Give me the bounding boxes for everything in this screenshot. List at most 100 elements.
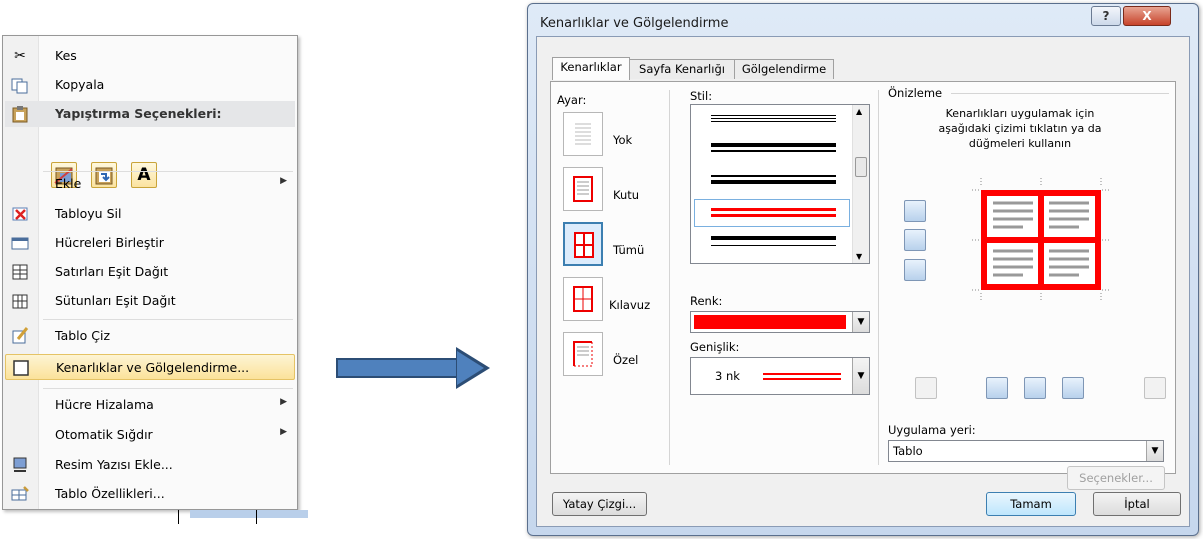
color-label: Renk: — [690, 294, 723, 308]
help-button[interactable]: ? — [1091, 6, 1121, 26]
style-option-triple-line — [711, 118, 836, 119]
diagonal-up-border-button[interactable] — [915, 377, 937, 399]
width-value: 3 nk — [715, 369, 740, 383]
transition-arrow-head-fill — [457, 351, 484, 385]
custom-setting-icon — [573, 341, 593, 367]
menu-item-label: Kenarlıklar ve Gölgelendirme... — [56, 360, 250, 375]
table-edge — [178, 510, 179, 524]
style-option-triple-line — [711, 121, 836, 122]
menu-item-cell-alignment[interactable]: Hücre Hizalama ▶ — [5, 392, 295, 418]
table-properties-icon — [11, 485, 29, 503]
menu-item-cut[interactable]: ✂ Kes — [5, 43, 295, 69]
cancel-button[interactable]: İptal — [1093, 492, 1181, 516]
color-dropdown[interactable]: ▼ — [690, 311, 870, 333]
style-option-double[interactable] — [711, 236, 836, 240]
menu-item-delete-table[interactable]: Tabloyu Sil — [5, 201, 295, 227]
menu-item-table-properties[interactable]: Tablo Özellikleri... — [5, 481, 295, 507]
setting-label: Ayar: — [557, 93, 587, 107]
clipboard-icon — [11, 105, 29, 123]
diagonal-down-border-button[interactable] — [1144, 377, 1166, 399]
scroll-down-icon[interactable]: ▼ — [856, 252, 862, 261]
left-border-button[interactable] — [986, 377, 1008, 399]
distribute-rows-icon — [11, 263, 29, 281]
menu-item-copy[interactable]: Kopyala — [5, 72, 295, 98]
tab-borders[interactable]: Kenarlıklar — [552, 57, 630, 80]
delete-table-icon — [11, 205, 29, 223]
menu-item-label: Satırları Eşit Dağıt — [55, 264, 169, 279]
inside-vertical-border-button[interactable] — [1024, 377, 1046, 399]
box-setting-icon — [573, 176, 593, 202]
menu-header-paste-options: Yapıştırma Seçenekleri: — [5, 101, 295, 127]
setting-all-label: Tümü — [613, 243, 645, 257]
menu-item-distribute-columns[interactable]: Sütunları Eşit Dağıt — [5, 288, 295, 314]
right-border-button[interactable] — [1062, 377, 1084, 399]
scroll-thumb[interactable] — [855, 157, 867, 177]
chevron-right-icon: ▶ — [280, 427, 287, 437]
style-label: Stil: — [690, 89, 713, 103]
copy-icon — [11, 76, 29, 94]
dropdown-arrow-icon[interactable]: ▼ — [852, 358, 869, 394]
caption-icon — [11, 456, 29, 474]
style-option-thick-thin-line — [711, 150, 836, 152]
bottom-border-button[interactable] — [904, 259, 926, 281]
apply-to-dropdown[interactable]: Tablo ▼ — [888, 440, 1164, 462]
setting-box-button[interactable] — [563, 167, 603, 211]
chevron-right-icon: ▶ — [280, 397, 287, 407]
tab-page-border[interactable]: Sayfa Kenarlığı — [629, 59, 735, 79]
width-label: Genişlik: — [690, 340, 740, 354]
ok-button[interactable]: Tamam — [986, 492, 1076, 516]
style-option-thin-thick[interactable] — [711, 175, 836, 177]
width-dropdown[interactable]: 3 nk ▼ — [690, 357, 870, 395]
dropdown-arrow-icon[interactable]: ▼ — [1146, 441, 1163, 461]
tab-shading[interactable]: Gölgelendirme — [734, 59, 834, 79]
scroll-up-icon[interactable]: ▲ — [856, 107, 862, 116]
menu-item-borders-and-shading[interactable]: Kenarlıklar ve Gölgelendirme... — [5, 354, 295, 380]
distribute-columns-icon — [11, 292, 29, 310]
close-button[interactable]: X — [1123, 6, 1171, 26]
menu-item-label: Kopyala — [55, 77, 105, 92]
style-scrollbar[interactable]: ▲ ▼ — [852, 105, 869, 263]
column-divider — [669, 90, 670, 465]
draw-table-icon — [11, 327, 29, 345]
setting-grid-label: Kılavuz — [609, 298, 651, 312]
menu-item-label: Tablo Çiz — [55, 328, 111, 343]
menu-item-draw-table[interactable]: Tablo Çiz — [5, 323, 295, 349]
all-setting-icon — [574, 232, 594, 258]
menu-item-insert-caption[interactable]: Resim Yazısı Ekle... — [5, 452, 295, 478]
menu-item-merge-cells[interactable]: Hücreleri Birleştir — [5, 230, 295, 256]
transition-arrow — [336, 358, 458, 378]
selected-table-cells — [190, 510, 308, 518]
top-border-button[interactable] — [904, 200, 926, 222]
setting-grid-button[interactable] — [563, 277, 603, 321]
menu-separator — [43, 319, 293, 320]
menu-item-insert[interactable]: Ekle ▶ — [5, 171, 295, 197]
setting-custom-button[interactable] — [563, 332, 603, 376]
dropdown-arrow-icon[interactable]: ▼ — [852, 312, 869, 332]
preview-label: Önizleme — [888, 86, 943, 100]
style-listbox[interactable]: ▲ ▼ — [690, 104, 870, 264]
menu-item-autofit[interactable]: Otomatik Sığdır ▶ — [5, 422, 295, 448]
horizontal-line-button[interactable]: Yatay Çizgi... — [552, 492, 647, 516]
menu-separator — [43, 388, 293, 389]
style-option-thick-thin[interactable] — [711, 143, 836, 147]
setting-box-label: Kutu — [613, 188, 640, 202]
menu-item-label: Sütunları Eşit Dağıt — [55, 293, 176, 308]
menu-item-distribute-rows[interactable]: Satırları Eşit Dağıt — [5, 259, 295, 285]
setting-none-button[interactable] — [563, 112, 603, 156]
width-preview-line — [763, 373, 841, 375]
apply-to-value: Tablo — [893, 444, 923, 458]
preview-diagram — [972, 178, 1110, 302]
setting-all-button[interactable] — [563, 222, 603, 266]
width-preview-line — [763, 378, 841, 380]
style-option-selected[interactable] — [694, 199, 850, 227]
menu-item-label: Yapıştırma Seçenekleri: — [55, 106, 222, 121]
menu-item-label: Ekle — [55, 176, 82, 191]
style-option-triple[interactable] — [711, 115, 836, 116]
options-button[interactable]: Seçenekler... — [1067, 466, 1165, 490]
inside-horizontal-border-button[interactable] — [904, 229, 926, 251]
column-divider — [878, 90, 879, 465]
preview-area[interactable] — [971, 175, 1111, 305]
dialog-title: Kenarlıklar ve Gölgelendirme — [540, 16, 729, 31]
preview-rule — [951, 93, 1169, 94]
chevron-right-icon: ▶ — [280, 176, 287, 186]
